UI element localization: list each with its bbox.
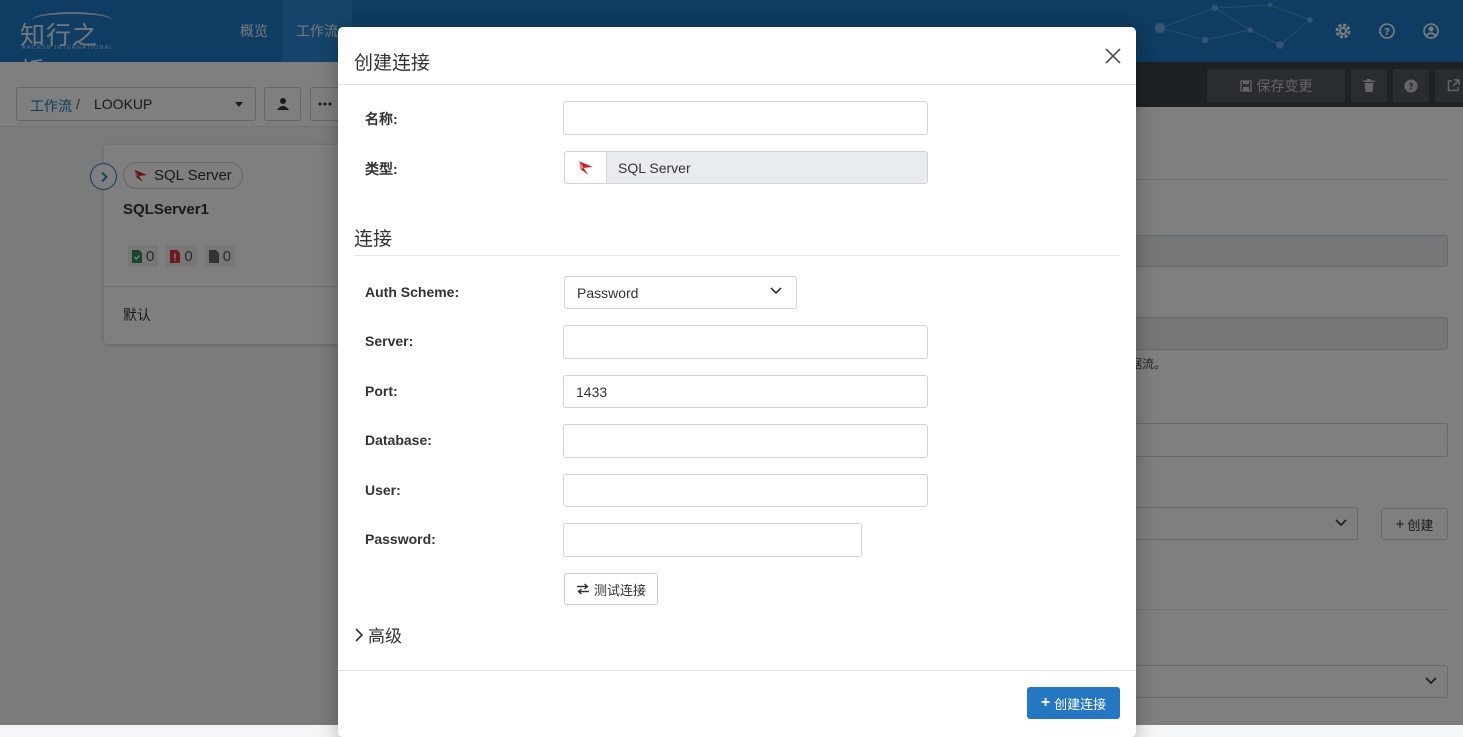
database-input[interactable] (563, 424, 928, 458)
type-label: 类型: (365, 161, 398, 177)
auth-scheme-select[interactable]: Password (564, 276, 797, 309)
create-connection-dialog: 创建连接 名称: 类型: SQL Server 连接 Auth Scheme: … (338, 27, 1136, 737)
advanced-toggle[interactable]: 高级 (354, 622, 402, 647)
port-input[interactable] (563, 375, 928, 408)
create-connection-label: 创建连接 (1054, 696, 1107, 712)
password-input[interactable] (563, 523, 862, 557)
password-label: Password: (365, 531, 436, 547)
user-input[interactable] (563, 474, 928, 507)
exchange-icon (576, 583, 589, 595)
port-label: Port: (365, 383, 398, 399)
advanced-label: 高级 (368, 627, 402, 646)
user-label: User: (365, 482, 401, 498)
server-label: Server: (365, 333, 414, 349)
name-input[interactable] (563, 101, 928, 135)
chevron-right-icon (355, 627, 364, 642)
auth-scheme-value: Password (577, 285, 639, 301)
type-value: SQL Server (618, 160, 691, 176)
section-divider (354, 255, 1120, 256)
plus-icon: + (1040, 694, 1051, 711)
dialog-title: 创建连接 (354, 53, 431, 74)
dialog-footer-divider (338, 670, 1136, 671)
auth-scheme-label: Auth Scheme: (365, 284, 460, 300)
connection-section-title: 连接 (354, 229, 393, 250)
type-field: SQL Server (564, 151, 928, 184)
create-connection-submit-button[interactable]: + 创建连接 (1027, 687, 1120, 719)
name-label: 名称: (365, 111, 398, 127)
type-icon-box (565, 152, 607, 183)
database-label: Database: (365, 432, 432, 448)
sql-server-icon (578, 160, 593, 175)
test-connection-button[interactable]: 测试连接 (564, 573, 658, 605)
test-connection-label: 测试连接 (593, 582, 646, 598)
dialog-header-divider (338, 84, 1136, 85)
close-icon[interactable] (1102, 45, 1124, 67)
chevron-down-icon (770, 287, 782, 295)
server-input[interactable] (563, 325, 928, 359)
